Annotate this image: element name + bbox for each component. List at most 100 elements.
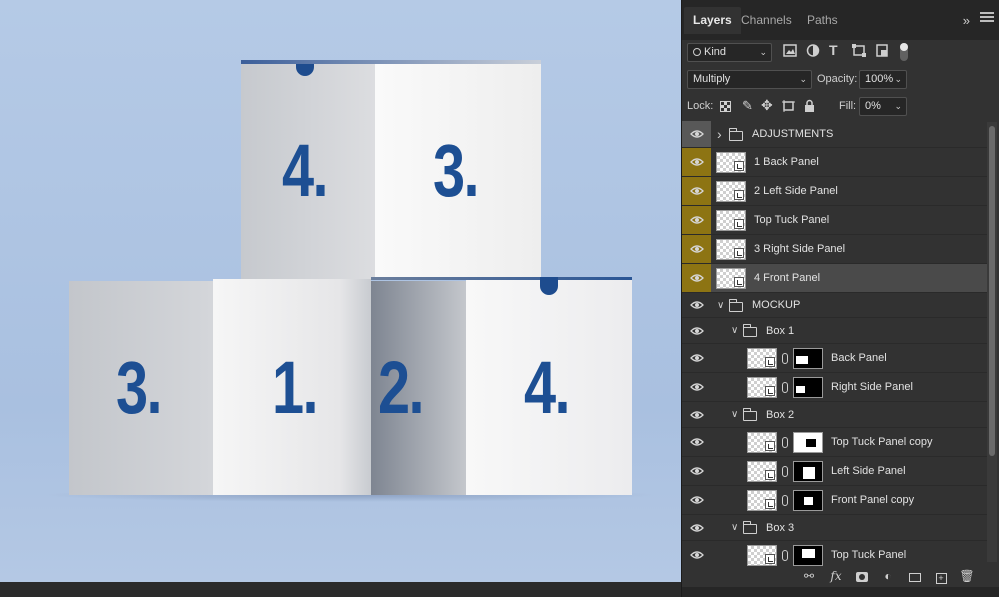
layer-group[interactable]: ∨ Box 3 xyxy=(682,515,992,541)
visibility-toggle[interactable] xyxy=(682,177,711,205)
delete-icon[interactable]: 🗑 xyxy=(959,568,975,584)
smart-object-icon xyxy=(765,441,775,451)
document-canvas[interactable]: 4. 3. 3. 1. 2. 4. xyxy=(0,0,681,582)
layer-row[interactable]: 1 Back Panel xyxy=(682,148,992,177)
shape-filter-icon[interactable] xyxy=(852,44,866,57)
layer-mask-thumbnail[interactable] xyxy=(793,461,823,482)
smart-object-icon xyxy=(765,386,775,396)
visibility-toggle[interactable] xyxy=(682,373,711,401)
link-icon[interactable] xyxy=(782,466,788,477)
layer-thumbnail xyxy=(716,181,746,202)
link-icon[interactable] xyxy=(782,353,788,364)
type-filter-icon[interactable]: T xyxy=(829,42,843,58)
layer-name: 4 Front Panel xyxy=(754,272,821,284)
visibility-toggle[interactable] xyxy=(682,121,711,147)
opacity-input[interactable]: 100% ⌄ xyxy=(859,70,907,89)
fill-input[interactable]: 0% ⌄ xyxy=(859,97,907,116)
layer-mask-thumbnail[interactable] xyxy=(793,432,823,453)
visibility-toggle[interactable] xyxy=(682,402,711,427)
layer-group[interactable]: ∨ Box 1 xyxy=(682,318,992,344)
layer-name: Back Panel xyxy=(831,352,887,364)
chevron-down-icon[interactable]: ∨ xyxy=(731,402,738,428)
visibility-toggle[interactable] xyxy=(682,486,711,514)
adjustment-filter-icon[interactable] xyxy=(806,44,820,57)
visibility-toggle[interactable] xyxy=(682,264,711,292)
filter-row: Kind ⌄ T xyxy=(682,40,999,66)
layer-mask-thumbnail[interactable] xyxy=(793,545,823,566)
lock-position-icon[interactable]: ✥ xyxy=(761,97,773,114)
lock-all-icon[interactable] xyxy=(804,99,815,112)
visibility-toggle[interactable] xyxy=(682,515,711,540)
search-icon xyxy=(693,48,701,56)
layer-name: Box 2 xyxy=(766,409,795,421)
layer-row[interactable]: Left Side Panel xyxy=(682,457,992,486)
layer-group[interactable]: ∨ MOCKUP xyxy=(682,293,992,318)
chevron-down-icon[interactable]: ∨ xyxy=(731,515,738,541)
collapse-panel-icon[interactable]: » xyxy=(963,13,970,28)
layer-name: ADJUSTMENTS xyxy=(752,128,834,140)
tab-paths[interactable]: Paths xyxy=(798,7,847,34)
layer-mask-thumbnail[interactable] xyxy=(793,348,823,369)
layer-name: Box 1 xyxy=(766,325,795,337)
right-box-tuck-slot xyxy=(540,277,558,295)
layer-row[interactable]: 3 Right Side Panel xyxy=(682,235,992,264)
layer-name: MOCKUP xyxy=(752,299,801,311)
smart-object-icon xyxy=(734,161,744,171)
tab-channels[interactable]: Channels xyxy=(732,7,801,34)
eye-icon xyxy=(690,245,704,253)
lock-transparent-icon[interactable] xyxy=(720,101,731,112)
panel-menu-icon[interactable] xyxy=(980,10,994,24)
image-filter-icon[interactable] xyxy=(783,44,797,57)
visibility-toggle[interactable] xyxy=(682,293,711,317)
layer-row[interactable]: Top Tuck Panel xyxy=(682,206,992,235)
visibility-toggle[interactable] xyxy=(682,344,711,372)
layer-row[interactable]: 4 Front Panel xyxy=(682,264,992,293)
add-mask-icon[interactable] xyxy=(854,568,870,584)
visibility-toggle[interactable] xyxy=(682,541,711,567)
smart-object-icon xyxy=(765,470,775,480)
visibility-toggle[interactable] xyxy=(682,428,711,456)
visibility-toggle[interactable] xyxy=(682,148,711,176)
layer-thumbnail xyxy=(747,348,777,369)
filter-toggle[interactable] xyxy=(900,43,908,61)
chevron-down-icon[interactable]: ∨ xyxy=(731,318,738,344)
layer-row[interactable]: Right Side Panel xyxy=(682,373,992,402)
layer-row[interactable]: Top Tuck Panel copy xyxy=(682,428,992,457)
visibility-toggle[interactable] xyxy=(682,235,711,263)
filter-kind-dropdown[interactable]: Kind ⌄ xyxy=(687,43,772,62)
link-layers-icon[interactable]: ⚯ xyxy=(801,568,817,584)
visibility-toggle[interactable] xyxy=(682,206,711,234)
eye-icon xyxy=(690,383,704,391)
layer-row[interactable]: 2 Left Side Panel xyxy=(682,177,992,206)
layers-scrollbar[interactable] xyxy=(987,122,997,562)
new-group-icon[interactable] xyxy=(907,568,923,584)
lock-artboard-icon[interactable] xyxy=(782,100,795,112)
lock-image-pixels-icon[interactable]: ✎ xyxy=(742,98,753,114)
link-icon[interactable] xyxy=(782,550,788,561)
link-icon[interactable] xyxy=(782,495,788,506)
fx-icon[interactable]: fx xyxy=(828,568,844,584)
link-icon[interactable] xyxy=(782,437,788,448)
new-layer-icon[interactable]: + xyxy=(933,568,949,584)
chevron-down-icon: ⌄ xyxy=(894,101,902,111)
adjustment-layer-icon[interactable]: ◐ xyxy=(880,568,896,584)
layer-mask-thumbnail[interactable] xyxy=(793,490,823,511)
link-icon[interactable] xyxy=(782,382,788,393)
smart-object-filter-icon[interactable] xyxy=(875,44,889,57)
eye-icon xyxy=(690,130,704,138)
layer-name: Box 3 xyxy=(766,522,795,534)
layer-mask-thumbnail[interactable] xyxy=(793,377,823,398)
layer-row[interactable]: Top Tuck Panel xyxy=(682,541,992,567)
folder-icon xyxy=(742,521,757,534)
layer-row[interactable]: Back Panel xyxy=(682,344,992,373)
visibility-toggle[interactable] xyxy=(682,457,711,485)
blend-mode-dropdown[interactable]: Multiply ⌄ xyxy=(687,70,812,89)
chevron-down-icon: ⌄ xyxy=(799,74,807,84)
layer-group[interactable]: › ADJUSTMENTS xyxy=(682,121,992,148)
layer-group[interactable]: ∨ Box 2 xyxy=(682,402,992,428)
visibility-toggle[interactable] xyxy=(682,318,711,343)
chevron-right-icon[interactable]: › xyxy=(717,121,722,148)
layer-row[interactable]: Front Panel copy xyxy=(682,486,992,515)
chevron-down-icon[interactable]: ∨ xyxy=(717,293,724,318)
layer-name: 2 Left Side Panel xyxy=(754,185,838,197)
